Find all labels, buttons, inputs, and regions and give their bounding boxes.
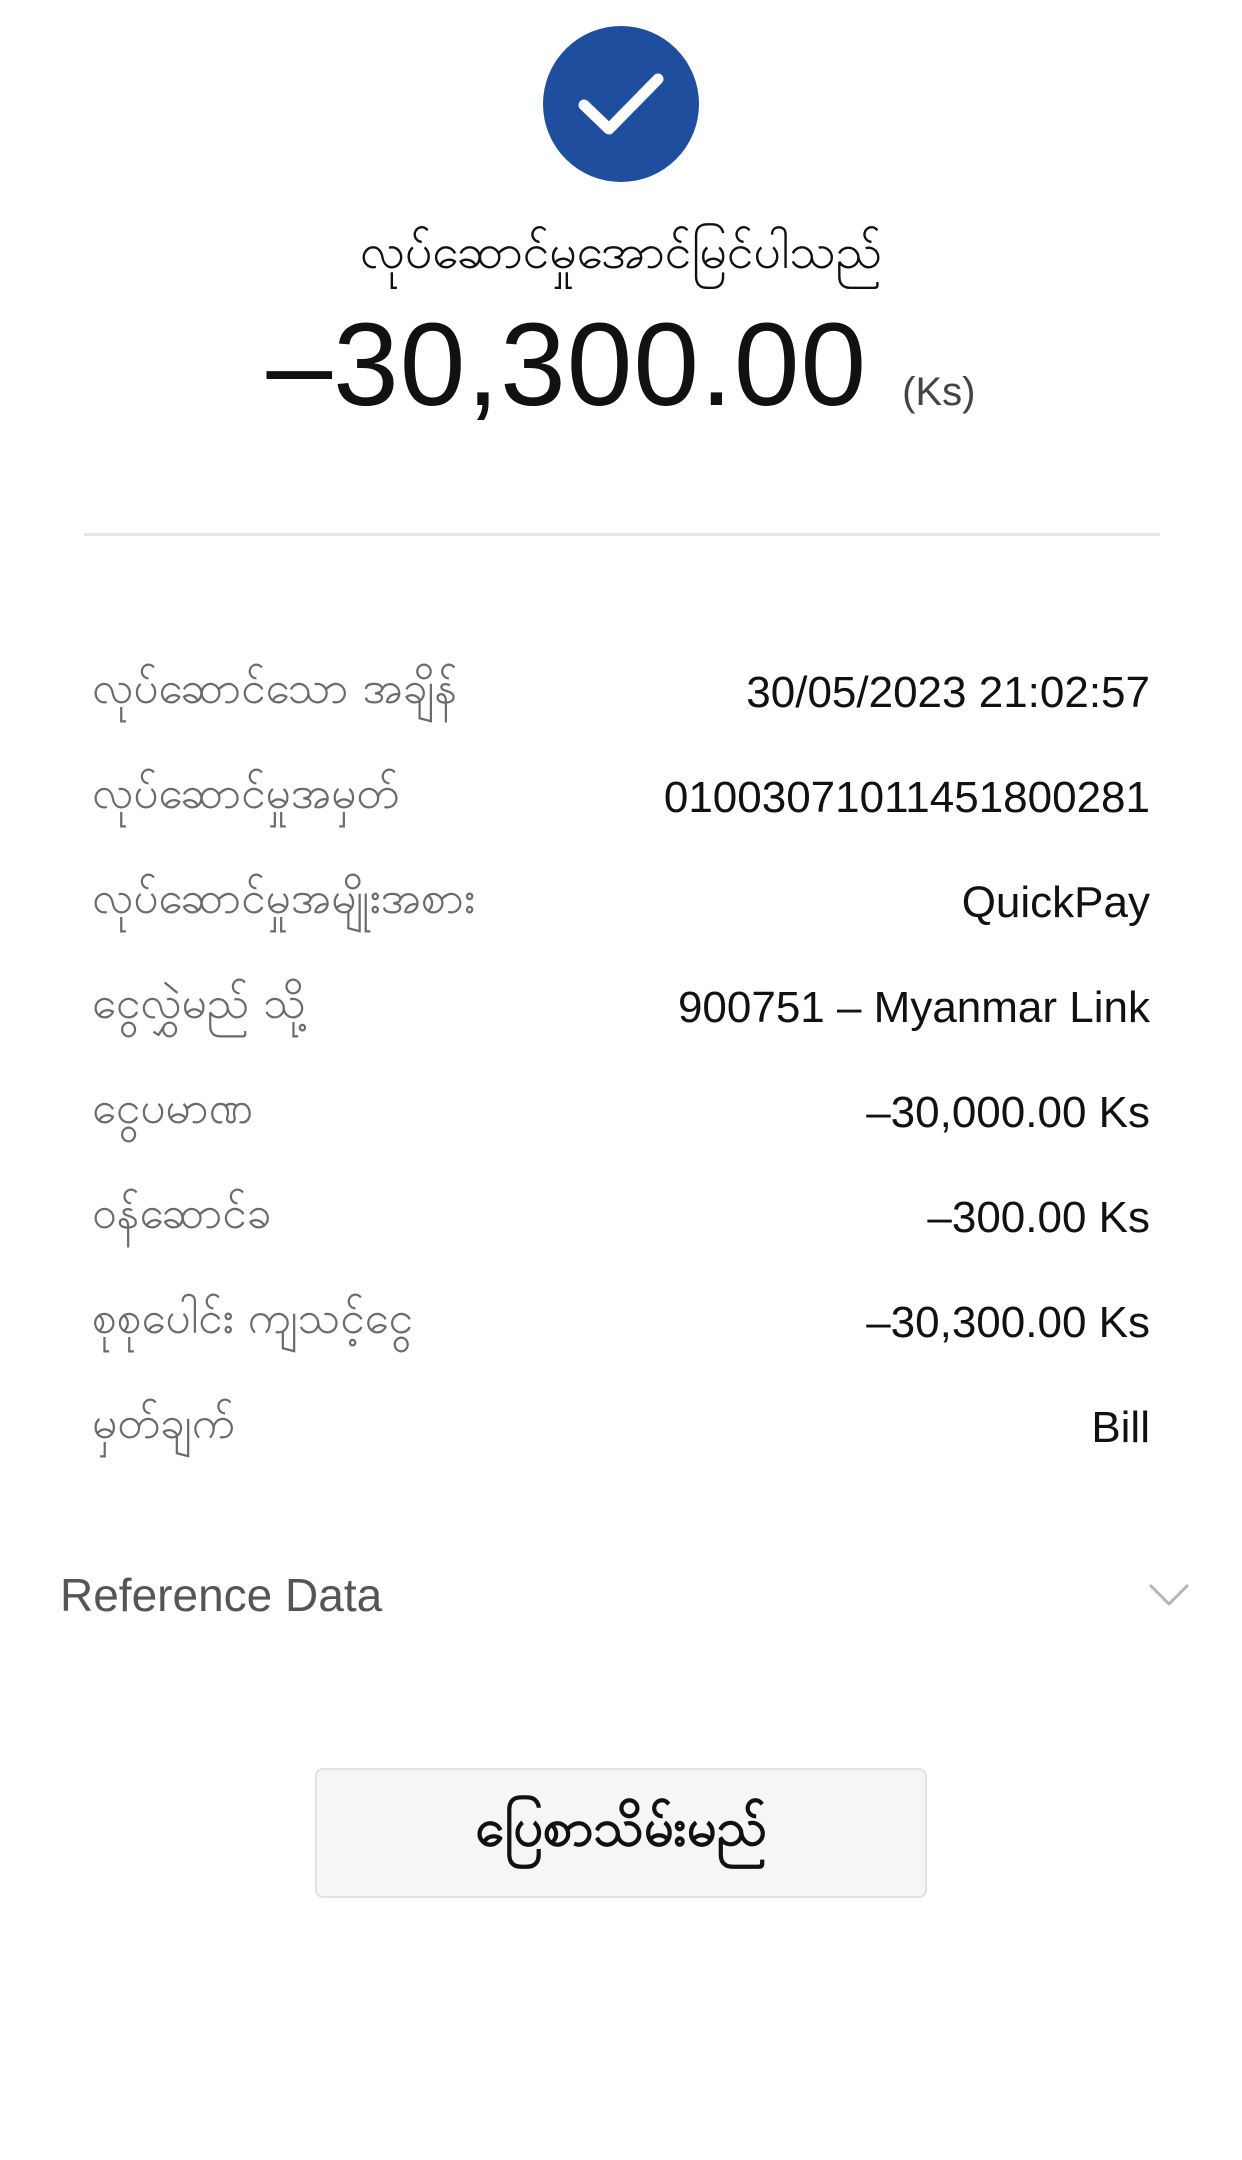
detail-row-transaction-id: လုပ်ဆောင်မှုအမှတ် 01003071011451800281 (92, 745, 1150, 850)
detail-value: 900751 – Myanmar Link (677, 982, 1150, 1032)
detail-value: QuickPay (961, 877, 1150, 927)
reference-data-toggle[interactable]: Reference Data (60, 1560, 1190, 1630)
reference-data-label: Reference Data (60, 1569, 383, 1621)
detail-label: လုပ်ဆောင်မှုအမျိုးအစား (92, 872, 476, 924)
detail-row-amount: ငွေပမာဏ –30,000.00 Ks (92, 1060, 1150, 1165)
detail-row-note: မှတ်ချက် Bill (92, 1375, 1150, 1480)
divider (84, 533, 1160, 536)
transaction-amount: –30,300.00 (Ks) (0, 300, 1242, 430)
transaction-details: လုပ်ဆောင်သော အချိန် 30/05/2023 21:02:57 … (92, 640, 1150, 1480)
detail-row-time: လုပ်ဆောင်သော အချိန် 30/05/2023 21:02:57 (92, 640, 1150, 745)
amount-value: –30,300.00 (266, 299, 868, 431)
detail-value: –300.00 Ks (927, 1192, 1150, 1242)
detail-row-service-fee: ဝန်ဆောင်ခ –300.00 Ks (92, 1165, 1150, 1270)
save-receipt-label: ပြေစာသိမ်းမည် (475, 1798, 767, 1858)
detail-value: 01003071011451800281 (663, 772, 1150, 822)
check-icon (578, 73, 664, 135)
detail-row-total: စုစုပေါင်း ကျသင့်ငွေ –30,300.00 Ks (92, 1270, 1150, 1375)
amount-unit: (Ks) (902, 370, 976, 414)
detail-label: ဝန်ဆောင်ခ (92, 1187, 272, 1239)
detail-label: လုပ်ဆောင်သော အချိန် (92, 662, 458, 714)
detail-label: လုပ်ဆောင်မှုအမှတ် (92, 767, 400, 819)
detail-row-transaction-type: လုပ်ဆောင်မှုအမျိုးအစား QuickPay (92, 850, 1150, 955)
chevron-down-icon[interactable] (1148, 1582, 1190, 1608)
success-check-icon (543, 26, 699, 182)
detail-value: 30/05/2023 21:02:57 (746, 667, 1150, 717)
detail-label: မှတ်ချက် (92, 1397, 235, 1449)
detail-label: ငွေလွှဲမည် သို့ (92, 977, 306, 1029)
detail-value: Bill (1091, 1402, 1150, 1452)
detail-row-recipient: ငွေလွှဲမည် သို့ 900751 – Myanmar Link (92, 955, 1150, 1060)
detail-label: ငွေပမာဏ (92, 1082, 253, 1134)
save-receipt-button[interactable]: ပြေစာသိမ်းမည် (315, 1768, 927, 1898)
status-message: လုပ်ဆောင်မှုအောင်မြင်ပါသည် (360, 224, 882, 280)
detail-label: စုစုပေါင်း ကျသင့်ငွေ (92, 1292, 413, 1344)
detail-value: –30,300.00 Ks (866, 1297, 1150, 1347)
detail-value: –30,000.00 Ks (866, 1087, 1150, 1137)
